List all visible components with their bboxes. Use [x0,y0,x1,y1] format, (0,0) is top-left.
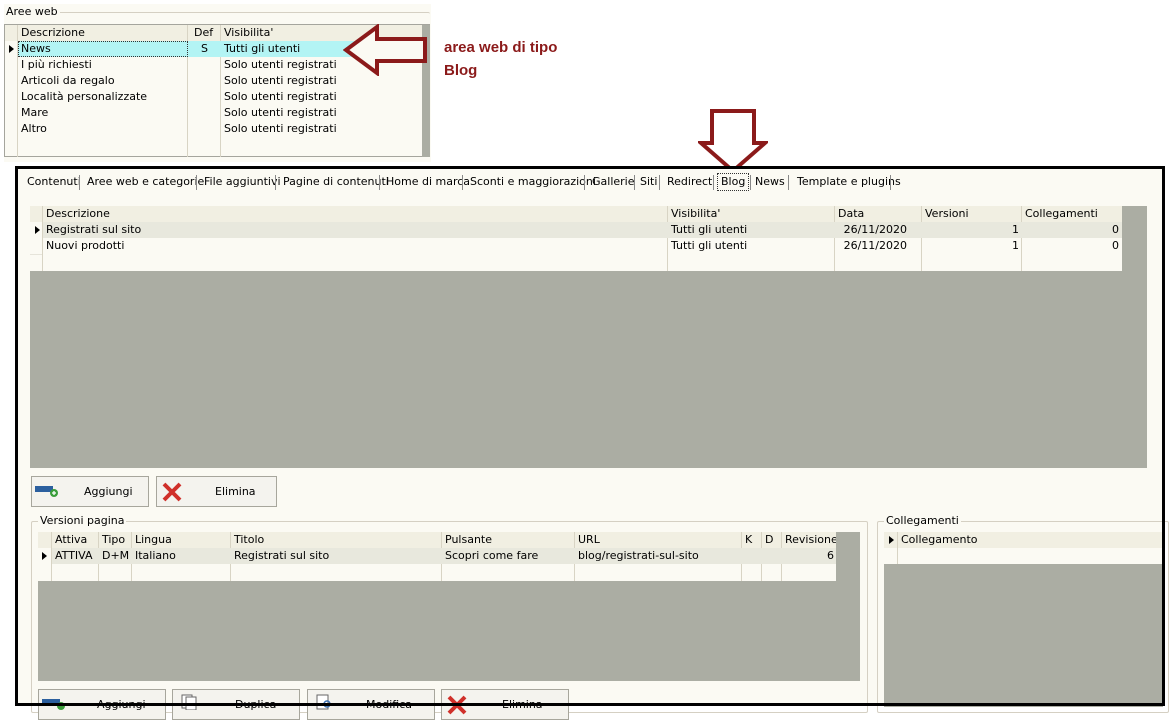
tab-sconti[interactable]: Sconti e maggiorazioni [467,172,599,192]
tab-home-marca[interactable]: Home di marca [383,172,473,192]
tab-blog[interactable]: Blog [717,173,750,191]
annotation-arrow-left-icon [343,24,427,76]
col-visibilita[interactable]: Visibilita' [668,206,828,222]
add-version-button[interactable]: Aggiungi [38,689,166,720]
col-revisione[interactable]: Revisione [782,532,836,548]
col-url[interactable]: URL [575,532,740,548]
tab-file-aggiuntivi[interactable]: File aggiuntivi [201,172,284,192]
col-attiva[interactable]: Attiva [52,532,97,548]
tab-pagine-contenuti[interactable]: Pagine di contenuti [280,172,392,192]
row-indicator-icon [35,226,40,234]
duplicate-button[interactable]: Duplica [172,689,300,720]
duplicate-icon [181,694,197,710]
tab-contenuti[interactable]: Contenuti [24,172,84,192]
tab-redirect[interactable]: Redirect [664,172,715,192]
col-d[interactable]: D [762,532,780,548]
tab-aree-web[interactable]: Aree web e categorie [84,172,207,192]
tab-gallerie[interactable]: Gallerie [589,172,638,192]
annotation-arrow-down-icon [698,109,768,174]
delete-version-button[interactable]: Elimina [441,689,569,720]
table-row[interactable]: Nuovi prodotti [43,238,663,254]
table-row[interactable]: Articoli da regalo [18,73,188,89]
col-pulsante[interactable]: Pulsante [442,532,572,548]
table-row[interactable]: Mare [18,105,188,121]
tab-siti[interactable]: Siti [637,172,660,192]
row-indicator-icon [42,552,47,560]
col-k[interactable]: K [742,532,760,548]
col-descrizione[interactable]: Descrizione [18,25,188,41]
col-versioni[interactable]: Versioni [922,206,1012,222]
col-collegamenti[interactable]: Collegamenti [1022,206,1112,222]
add-button[interactable]: Aggiungi [31,476,149,507]
delete-x-icon [162,482,182,502]
col-data[interactable]: Data [835,206,915,222]
table-row[interactable]: Altro [18,121,188,137]
annotation-text: area web di tipo Blog [444,39,558,79]
row-indicator-icon [889,536,894,544]
col-def[interactable]: Def [191,25,221,41]
col-titolo[interactable]: Titolo [231,532,441,548]
aree-web-title: Aree web [4,5,60,18]
col-descrizione[interactable]: Descrizione [43,206,663,222]
tab-news[interactable]: News [752,172,788,192]
add-icon [42,699,65,710]
delete-button[interactable]: Elimina [156,476,277,507]
add-icon [35,486,58,497]
tab-template-plugins[interactable]: Template e plugins [794,172,904,192]
edit-icon [316,694,331,710]
edit-button[interactable]: Modifica [307,689,435,720]
table-row[interactable]: Località personalizzate [18,89,188,105]
row-indicator-icon [9,45,14,53]
col-collegamento[interactable]: Collegamento [898,532,1098,548]
delete-x-icon [447,695,467,715]
col-tipo[interactable]: Tipo [99,532,131,548]
table-row[interactable]: I più richiesti [18,57,188,73]
col-lingua[interactable]: Lingua [132,532,228,548]
